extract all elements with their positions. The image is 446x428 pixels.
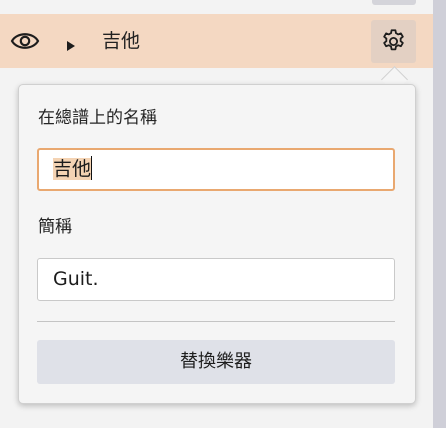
instrument-name: 吉他 xyxy=(102,30,141,52)
scroll-handle[interactable] xyxy=(372,0,416,5)
instrument-row[interactable]: 吉他 xyxy=(0,14,433,68)
short-name-input[interactable]: Guit. xyxy=(37,258,395,301)
instrument-settings-button[interactable] xyxy=(371,20,416,63)
full-name-label: 在總譜上的名稱 xyxy=(38,108,157,128)
short-name-value: Guit. xyxy=(53,268,99,290)
replace-instrument-button[interactable]: 替換樂器 xyxy=(37,340,395,384)
triangle-right-icon[interactable] xyxy=(66,36,76,51)
short-name-label: 簡稱 xyxy=(38,217,72,237)
instrument-properties-popover: 在總譜上的名稱 吉他 簡稱 Guit. 替換樂器 xyxy=(18,84,416,404)
full-name-input[interactable]: 吉他 xyxy=(37,148,395,191)
text-caret xyxy=(91,156,93,180)
gear-icon xyxy=(383,29,404,51)
divider xyxy=(37,321,395,322)
scrollbar-track[interactable] xyxy=(433,0,446,428)
eye-icon[interactable] xyxy=(10,29,40,53)
selected-input-text: 吉他 xyxy=(53,158,92,180)
